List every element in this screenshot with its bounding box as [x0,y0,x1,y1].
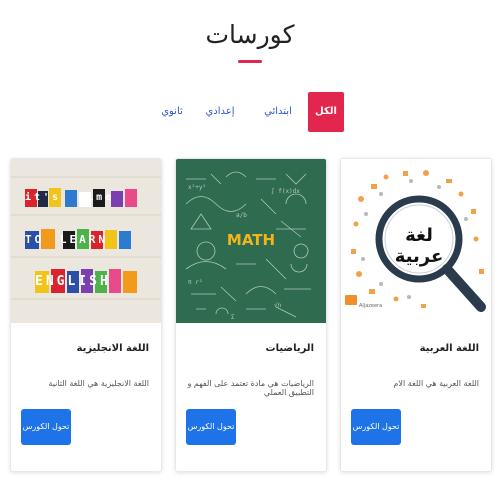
course-title-english: اللغة الانجليزية [76,343,150,354]
enroll-button-math[interactable]: تحول الكورس [186,409,236,445]
course-desc-english: اللغة الانجليزية هي اللغة الثانية [48,379,149,388]
tab-secondary[interactable]: ثانوي [152,92,192,132]
svg-text:x²+y²: x²+y² [188,184,206,191]
enroll-button-english[interactable]: تحول الكورس [21,409,71,445]
category-tabs: الكل ابتدائي إعدادي ثانوي [0,92,500,132]
english-word-its: it's [25,192,62,203]
course-desc-arabic: اللغة العربية هي اللغة الام [393,379,479,388]
svg-text:√n: √n [274,302,282,309]
course-image-math: x²+y² ∫ f(x)dx a/b π r² √n Σ MATH [176,159,326,323]
tab-all[interactable]: الكل [308,92,344,132]
arabic-image-text: لغة عربية [394,225,444,267]
english-word-time: time [78,192,115,203]
course-title-math: الرياضيات [265,343,314,354]
course-image-arabic: لغة عربية Aljazeera [341,159,491,323]
title-underline [238,60,262,63]
english-word-learn: LEARN [59,233,108,246]
math-image-text: MATH [226,231,276,249]
svg-text:∫ f(x)dx: ∫ f(x)dx [271,187,300,195]
course-card-english: it's time TO LEARN ENGLISH اللغة الانجلي… [10,158,162,472]
tab-preparatory[interactable]: إعدادي [200,92,240,132]
svg-text:a/b: a/b [236,212,247,219]
svg-text:Σ: Σ [231,314,235,321]
course-card-arabic: لغة عربية Aljazeera اللغة العربية اللغة … [340,158,492,472]
course-title-arabic: اللغة العربية [419,343,479,354]
course-image-english: it's time TO LEARN ENGLISH [11,159,161,323]
svg-text:π r²: π r² [188,279,202,286]
enroll-button-arabic[interactable]: تحول الكورس [351,409,401,445]
page-title: كورسات [205,20,295,49]
course-card-math: x²+y² ∫ f(x)dx a/b π r² √n Σ MATH الرياضيات… [175,158,327,472]
english-word-english: ENGLISH [35,274,111,289]
english-word-to: TO [25,233,45,246]
arabic-image-caption: Aljazeera [359,303,383,309]
course-desc-math: الرياضيات هي مادة تعتمد على الفهم و التط… [187,379,314,397]
tab-primary[interactable]: ابتدائي [258,92,298,132]
